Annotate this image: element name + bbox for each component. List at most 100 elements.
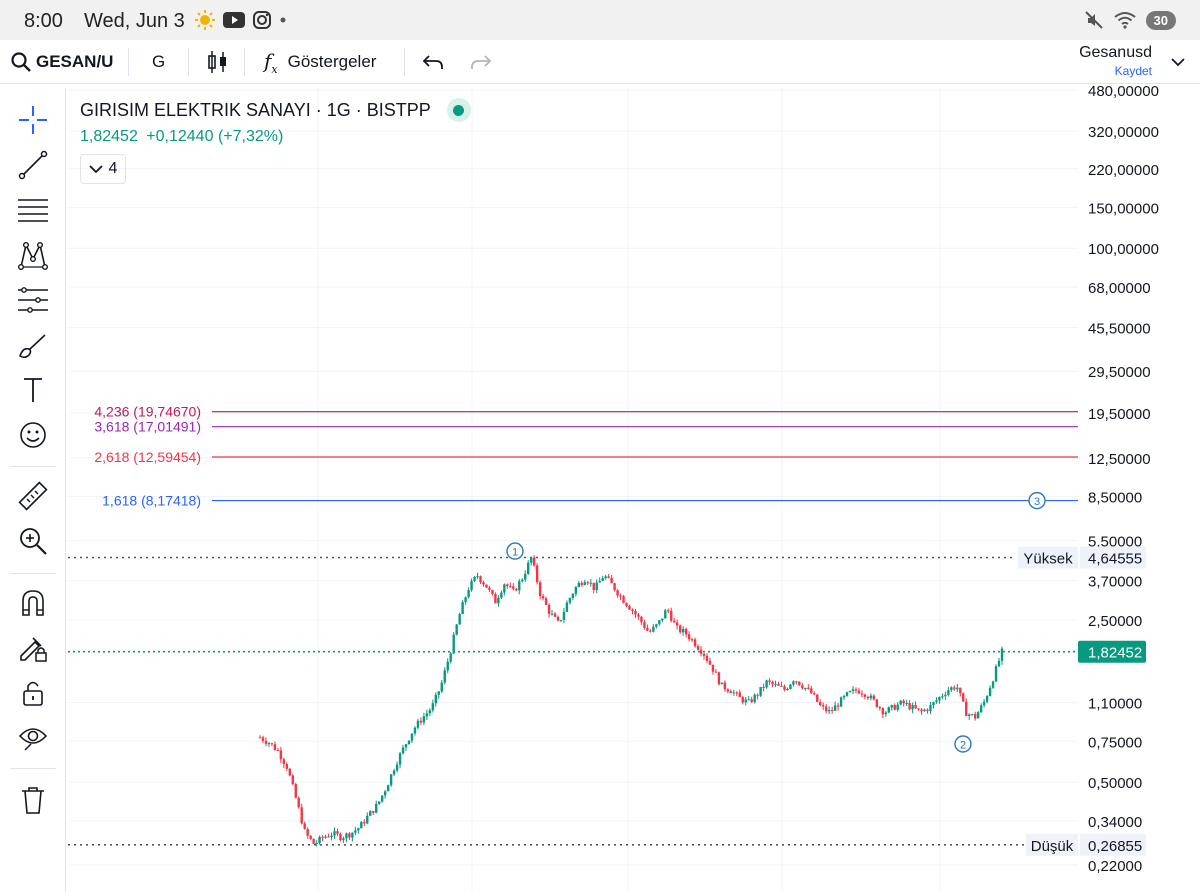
candle-body (968, 714, 971, 717)
candle-body (324, 836, 327, 838)
candle-body (586, 582, 589, 584)
candle-body (285, 764, 289, 769)
candle-body (524, 573, 527, 580)
candle-body (494, 593, 497, 604)
candle-body (428, 710, 432, 714)
candle-body (726, 689, 730, 692)
candle-body (842, 695, 846, 698)
candle-body (944, 694, 947, 697)
candle-body (467, 590, 470, 598)
y-tick-label: 220,00000 (1088, 162, 1159, 179)
candle-body (300, 807, 303, 824)
candle-body (288, 768, 291, 776)
candle-body (804, 687, 807, 689)
candle-body (988, 687, 992, 696)
candle-body (404, 744, 408, 748)
candle-body (488, 587, 491, 590)
candle-body (547, 604, 551, 614)
candle-body (553, 613, 557, 617)
candle-body (571, 593, 575, 598)
candle-body (953, 687, 956, 690)
y-tick-label: 45,50000 (1088, 321, 1151, 338)
wave-label: 2 (960, 740, 966, 752)
candle-body (351, 832, 354, 838)
candle-body (366, 815, 369, 824)
candle-body (783, 686, 786, 690)
candle-body (771, 681, 774, 685)
candle-body (330, 835, 333, 837)
candle-body (294, 784, 297, 798)
candle-body (410, 733, 414, 741)
candle-body (872, 695, 876, 700)
candle-body (392, 770, 396, 775)
candle-body (628, 606, 631, 610)
candle-body (592, 582, 595, 591)
symbol-title: GIRISIM ELEKTRIK SANAYI · 1G · BISTPP (80, 99, 431, 120)
candle-body (869, 695, 873, 699)
candle-body (887, 707, 890, 713)
candle-body (634, 611, 637, 615)
candle-body (309, 835, 312, 839)
price-change-pct: (+7,32%) (217, 128, 284, 145)
candle-body (973, 714, 977, 719)
y-tick-label: 1,10000 (1088, 696, 1142, 713)
candle-body (580, 582, 584, 585)
candle-body (342, 838, 345, 841)
candle-body (655, 624, 658, 627)
candle-body (851, 689, 855, 691)
candle-body (518, 581, 521, 591)
candle-body (723, 682, 727, 690)
candle-body (637, 614, 640, 617)
y-tick-label: 68,00000 (1088, 280, 1151, 297)
candle-body (303, 823, 306, 829)
candle-body (929, 705, 932, 712)
candle-body (360, 822, 363, 829)
candle-body (971, 714, 974, 716)
candle-body (538, 582, 542, 597)
candle-body (881, 708, 885, 715)
candle-body (333, 831, 336, 836)
y-tick-label: 150,00000 (1088, 200, 1159, 217)
candle-body (956, 687, 959, 690)
candle-body (622, 596, 625, 604)
candle-body (658, 620, 661, 625)
candle-body (321, 836, 324, 838)
candle-body (434, 694, 438, 704)
y-tick-label: 320,00000 (1088, 124, 1159, 141)
candle-body (556, 616, 560, 621)
indicators-toggle-button[interactable]: 4 (80, 154, 126, 184)
candle-body (938, 697, 941, 701)
candle-body (899, 700, 902, 705)
fib-level-label: 2,618 (12,59454) (94, 449, 201, 465)
y-tick-label: 19,50000 (1088, 406, 1151, 423)
candle-body (673, 620, 676, 623)
candle-body (336, 831, 339, 834)
candle-body (866, 696, 870, 699)
candle-body (813, 693, 816, 695)
candle-body (625, 603, 628, 607)
candle-body (357, 828, 360, 831)
candle-body (932, 702, 935, 706)
y-tick-label: 12,50000 (1088, 451, 1151, 468)
candle-body (667, 610, 670, 612)
candle-body (708, 660, 712, 665)
y-tick-label: 0,22000 (1088, 858, 1142, 875)
candle-body (401, 747, 405, 754)
low-label: Düşük (1031, 838, 1074, 855)
candle-body (512, 586, 515, 589)
candle-body (526, 562, 530, 574)
y-tick-label: 480,00000 (1088, 83, 1159, 100)
candle-body (395, 764, 399, 771)
y-tick-label: 0,75000 (1088, 734, 1142, 751)
candle-body (681, 628, 685, 633)
candle-body (339, 833, 342, 841)
candle-body (276, 750, 280, 752)
candle-body (446, 661, 449, 671)
candle-body (649, 630, 652, 632)
candle-body (786, 689, 789, 691)
candle-body (354, 830, 357, 833)
candle-body (994, 666, 998, 682)
last-price: 1,82452 (80, 128, 138, 145)
candle-body (699, 649, 703, 654)
candle-body (827, 710, 831, 712)
